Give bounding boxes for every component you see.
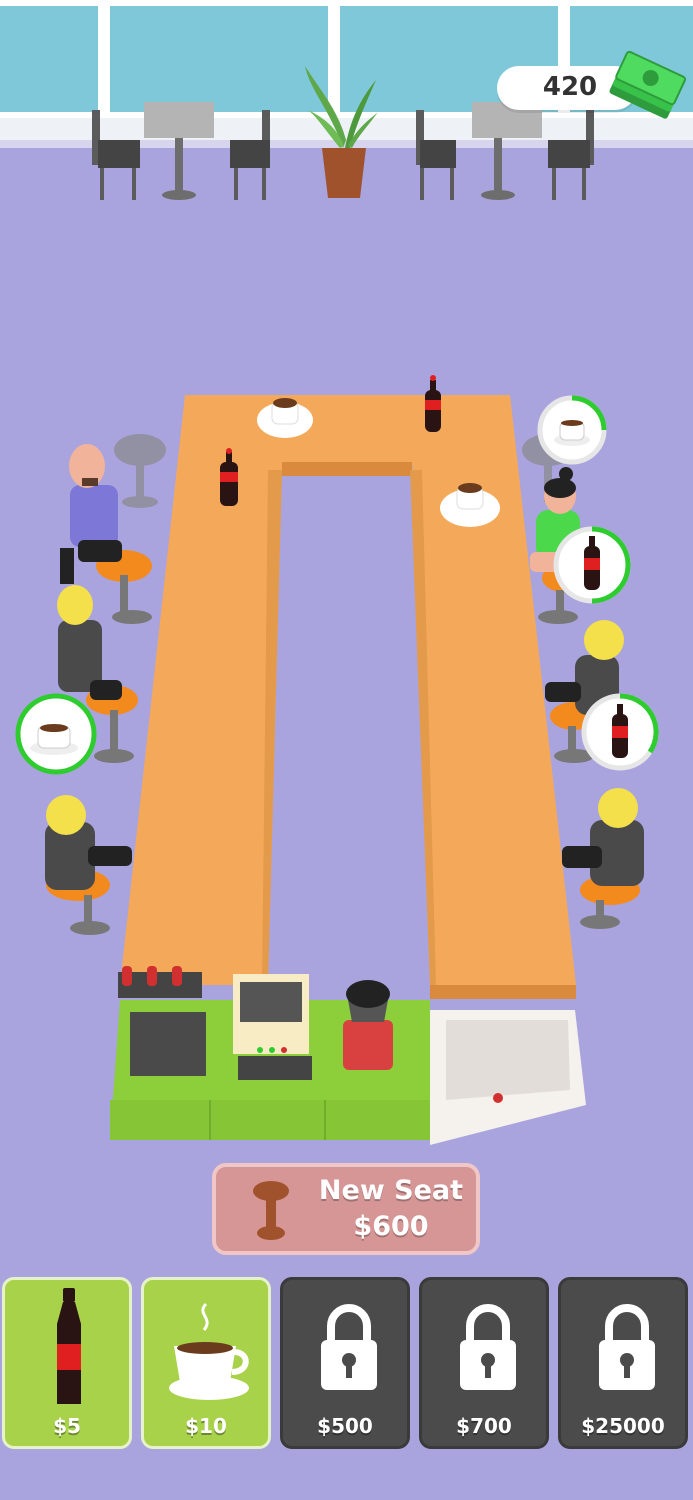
drink-price: $500	[317, 1414, 373, 1438]
order-bubbles	[15, 395, 659, 775]
drink-card-coffee[interactable]: $10	[141, 1277, 271, 1449]
drink-card-locked-1[interactable]: $500	[280, 1277, 410, 1449]
lock-icon	[460, 1304, 516, 1390]
stool-icon	[253, 1181, 289, 1240]
kitchen-station	[110, 966, 586, 1145]
drink-card-locked-2[interactable]: $700	[419, 1277, 549, 1449]
drink-card-locked-3[interactable]: $25000	[558, 1277, 688, 1449]
coffee-cup-icon	[169, 1302, 249, 1400]
blender	[343, 980, 393, 1070]
drink-card-cola[interactable]: $5	[2, 1277, 132, 1449]
drink-price: $10	[185, 1414, 227, 1438]
cola-bottle-icon	[57, 1288, 81, 1404]
order-bubble-cola	[581, 693, 659, 771]
new-seat-price: $600	[353, 1211, 429, 1242]
customer-blonde-man	[45, 795, 132, 890]
sink	[430, 1010, 586, 1145]
soda-dispenser	[118, 966, 206, 1076]
order-bubble-coffee	[537, 395, 607, 465]
customer-blonde-man	[562, 788, 644, 886]
drink-price: $700	[456, 1414, 512, 1438]
drink-price: $25000	[581, 1414, 665, 1438]
new-seat-label: New Seat	[318, 1175, 464, 1206]
lock-icon	[321, 1304, 377, 1390]
drink-price: $5	[53, 1414, 81, 1438]
coffee-machine	[233, 974, 312, 1080]
new-seat-button[interactable]: New Seat $600	[212, 1163, 480, 1255]
order-bubble-coffee	[15, 693, 97, 775]
order-bubble-cola	[553, 526, 631, 604]
lock-icon	[599, 1304, 655, 1390]
